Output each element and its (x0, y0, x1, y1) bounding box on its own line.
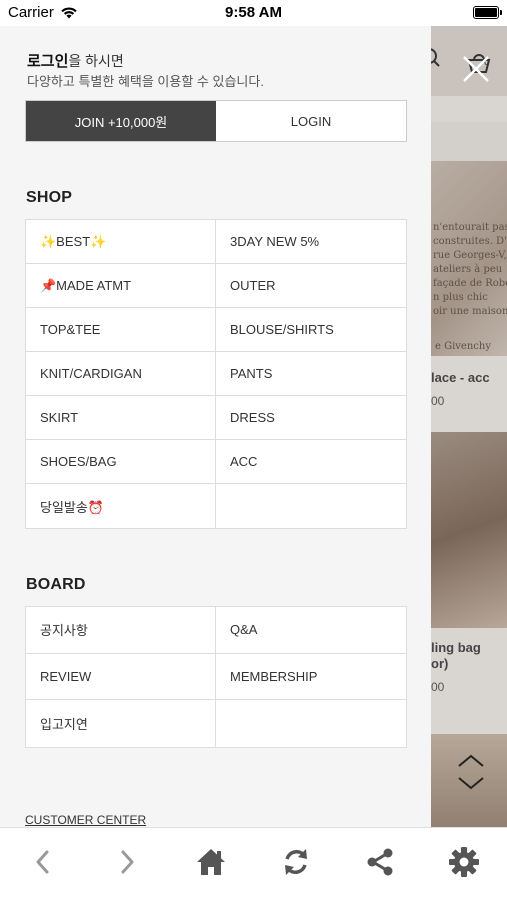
scroll-top-icon[interactable] (453, 750, 489, 794)
category-top-tee[interactable]: TOP&TEE (26, 308, 216, 352)
category-made-atmt[interactable]: 📌MADE ATMT (26, 264, 216, 308)
share-icon (367, 848, 393, 876)
bottom-toolbar (0, 827, 507, 900)
login-benefit-text: 다양하고 특별한 혜택을 이용할 수 있습니다. (27, 74, 264, 89)
join-button[interactable]: JOIN +10,000원 (26, 101, 216, 141)
back-button[interactable] (25, 844, 61, 880)
login-prompt-rest: 을 하시면 (68, 53, 124, 69)
category-acc[interactable]: ACC (216, 440, 406, 484)
settings-icon (449, 847, 479, 877)
forward-icon (121, 850, 134, 874)
auth-buttons: JOIN +10,000원 LOGIN (25, 100, 407, 142)
background-product-image (431, 432, 507, 628)
customer-center-link[interactable]: CUSTOMER CENTER (25, 813, 146, 827)
forward-button[interactable] (109, 844, 145, 880)
category-skirt[interactable]: SKIRT (26, 396, 216, 440)
login-button[interactable]: LOGIN (216, 101, 406, 141)
board-qna[interactable]: Q&A (216, 607, 406, 654)
category-dress[interactable]: DRESS (216, 396, 406, 440)
board-grid: 공지사항 Q&A REVIEW MEMBERSHIP 입고지연 (25, 606, 407, 748)
status-bar: Carrier 9:58 AM (0, 0, 507, 26)
category-pants[interactable]: PANTS (216, 352, 406, 396)
background-photo-text-bottom: e Givenchy (435, 341, 491, 352)
refresh-button[interactable] (278, 844, 314, 880)
background-product-price: 00 (431, 680, 445, 694)
board-empty-cell (216, 700, 406, 747)
board-notice[interactable]: 공지사항 (26, 607, 216, 654)
battery-icon (473, 6, 502, 19)
settings-button[interactable] (446, 844, 482, 880)
background-page: 0 n'entourait pas construites. D'autres … (431, 26, 507, 827)
close-icon[interactable] (455, 48, 497, 90)
share-button[interactable] (362, 844, 398, 880)
shop-section-title: SHOP (26, 189, 73, 206)
category-best[interactable]: ✨BEST✨ (26, 220, 216, 264)
side-drawer: 로그인을 하시면 다양하고 특별한 혜택을 이용할 수 있습니다. JOIN +… (0, 26, 431, 827)
background-product-name: lace - acc (431, 370, 490, 385)
background-product-name: ling bag or) (431, 640, 481, 671)
shop-category-grid: ✨BEST✨ 3DAY NEW 5% 📌MADE ATMT OUTER TOP&… (25, 219, 407, 529)
category-blouse-shirts[interactable]: BLOUSE/SHIRTS (216, 308, 406, 352)
back-icon (36, 850, 49, 874)
category-empty-cell (216, 484, 406, 528)
board-restock-delay[interactable]: 입고지연 (26, 700, 216, 747)
home-icon (197, 849, 225, 875)
category-shoes-bag[interactable]: SHOES/BAG (26, 440, 216, 484)
category-knit-cardigan[interactable]: KNIT/CARDIGAN (26, 352, 216, 396)
login-prompt: 로그인을 하시면 (27, 50, 124, 71)
board-membership[interactable]: MEMBERSHIP (216, 654, 406, 700)
refresh-icon (285, 849, 307, 875)
background-product-price: 00 (431, 394, 445, 408)
board-section-title: BOARD (26, 576, 86, 593)
home-button[interactable] (193, 844, 229, 880)
board-review[interactable]: REVIEW (26, 653, 216, 700)
status-time: 9:58 AM (225, 4, 282, 21)
category-same-day-shipping[interactable]: 당일발송⏰ (26, 484, 216, 528)
category-3day-new[interactable]: 3DAY NEW 5% (216, 220, 406, 264)
category-outer[interactable]: OUTER (216, 264, 406, 308)
background-product-image: n'entourait pas construites. D'autres ru… (431, 161, 507, 356)
background-photo-text: n'entourait pas construites. D'autres ru… (433, 222, 507, 317)
login-prompt-bold: 로그인 (27, 53, 69, 70)
